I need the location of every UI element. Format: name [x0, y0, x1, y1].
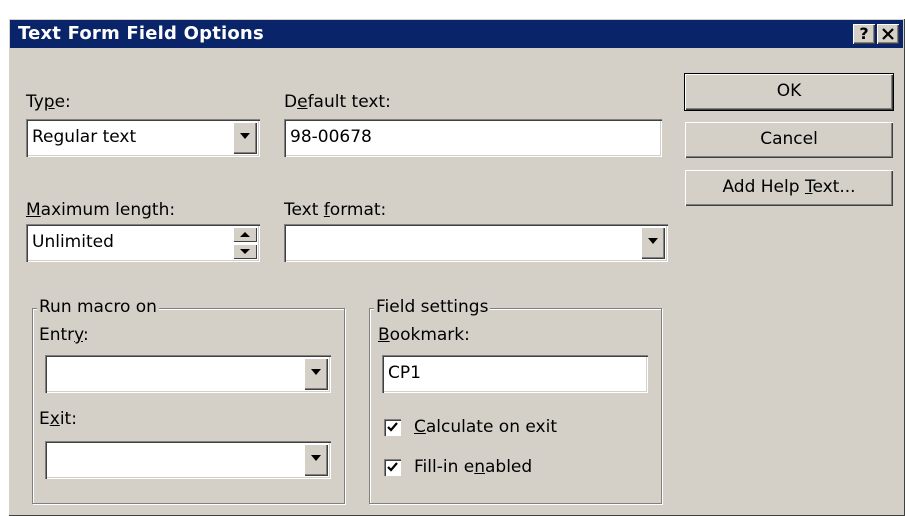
chevron-down-icon: [240, 133, 250, 139]
type-select[interactable]: Regular text: [26, 119, 260, 157]
field-settings-legend: Field settings: [374, 297, 491, 317]
calculate-on-exit-label[interactable]: Calculate on exit: [414, 417, 557, 437]
close-icon: [882, 28, 894, 40]
text-format-dropdown-button[interactable]: [641, 227, 665, 259]
field-settings-group: Field settings Bookmark: CP1 Calculate o…: [369, 297, 662, 504]
exit-macro-select[interactable]: [45, 441, 331, 479]
fill-in-enabled-label[interactable]: Fill-in enabled: [414, 457, 532, 477]
bookmark-value: CP1: [388, 363, 421, 383]
chevron-down-icon: [240, 249, 250, 254]
type-dropdown-button[interactable]: [233, 122, 257, 154]
checkmark-icon: [387, 422, 398, 432]
chevron-up-icon: [240, 232, 250, 237]
maximum-length-spinner[interactable]: Unlimited: [26, 224, 260, 262]
close-button[interactable]: [877, 24, 899, 44]
run-macro-legend: Run macro on: [37, 297, 159, 317]
window-title: Text Form Field Options: [18, 23, 264, 44]
type-value: Regular text: [32, 127, 137, 147]
maximum-length-label: Maximum length:: [26, 200, 176, 220]
maximum-length-value: Unlimited: [32, 232, 114, 252]
bookmark-input[interactable]: CP1: [382, 355, 648, 393]
chevron-down-icon: [311, 369, 321, 375]
spin-up-button[interactable]: [233, 227, 257, 242]
type-label: Type:: [26, 92, 71, 112]
text-format-label: Text format:: [284, 200, 387, 220]
calculate-on-exit-checkbox[interactable]: [384, 419, 401, 436]
title-bar[interactable]: Text Form Field Options ?: [10, 20, 903, 48]
add-help-text-button[interactable]: Add Help Text...: [685, 170, 893, 206]
entry-label: Entry:: [39, 325, 89, 345]
spin-down-button[interactable]: [233, 244, 257, 259]
text-form-field-options-dialog: Text Form Field Options ? Type: Regular …: [8, 18, 905, 516]
ok-button[interactable]: OK: [685, 74, 893, 110]
default-text-label: Default text:: [284, 92, 391, 112]
run-macro-group: Run macro on Entry: Exit:: [32, 297, 345, 504]
cancel-button[interactable]: Cancel: [685, 122, 893, 158]
exit-label: Exit:: [39, 409, 77, 429]
default-text-input[interactable]: 98-00678: [284, 119, 662, 157]
fill-in-enabled-checkbox[interactable]: [384, 459, 401, 476]
entry-macro-select[interactable]: [45, 355, 331, 393]
help-button[interactable]: ?: [853, 24, 875, 44]
bookmark-label: Bookmark:: [378, 325, 470, 345]
chevron-down-icon: [311, 455, 321, 461]
entry-dropdown-button[interactable]: [304, 358, 328, 390]
exit-dropdown-button[interactable]: [304, 444, 328, 476]
chevron-down-icon: [648, 238, 658, 244]
text-format-select[interactable]: [284, 224, 668, 262]
spinner-buttons[interactable]: [233, 227, 257, 259]
checkmark-icon: [387, 462, 398, 472]
default-text-value: 98-00678: [290, 127, 372, 147]
